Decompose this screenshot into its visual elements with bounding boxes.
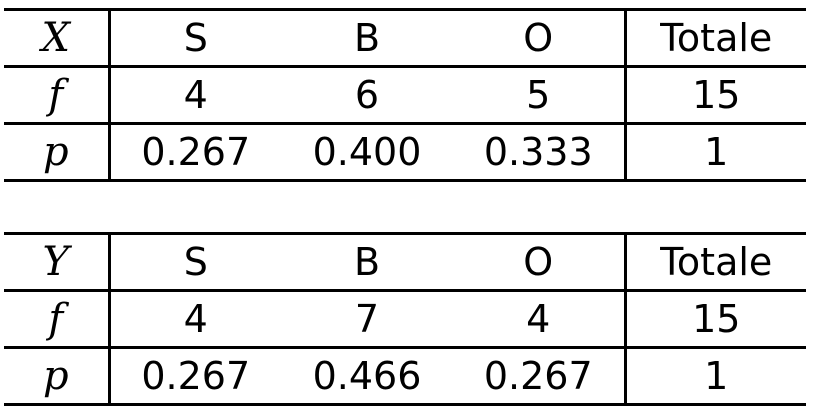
header-cell: B: [281, 8, 453, 68]
value-cell: 4: [109, 66, 281, 125]
value-cell: 4: [453, 290, 625, 349]
header-cell: O: [453, 232, 625, 292]
value-cell: 0.466: [281, 347, 453, 406]
total-cell: 15: [623, 290, 806, 349]
frequency-table-x: X S B O Totale f 4 6 5 15 p 0.267 0.400 …: [4, 8, 806, 182]
row-label: p: [4, 347, 111, 406]
header-cell: S: [109, 232, 281, 292]
value-cell: 6: [281, 66, 453, 125]
row-label: f: [4, 290, 111, 349]
total-cell: 1: [623, 347, 806, 406]
row-label: p: [4, 123, 111, 182]
value-cell: 7: [281, 290, 453, 349]
variable-name: Y: [4, 232, 111, 292]
frequency-row: f 4 6 5 15: [4, 66, 806, 125]
value-cell: 0.267: [109, 123, 281, 182]
table-header-row: Y S B O Totale: [4, 232, 806, 292]
value-cell: 0.267: [109, 347, 281, 406]
value-cell: 5: [453, 66, 625, 125]
header-cell: O: [453, 8, 625, 68]
header-total-cell: Totale: [623, 232, 806, 292]
total-cell: 15: [623, 66, 806, 125]
variable-name: X: [4, 8, 111, 68]
table-header-row: X S B O Totale: [4, 8, 806, 68]
frequency-table-y: Y S B O Totale f 4 7 4 15 p 0.267 0.466 …: [4, 232, 806, 406]
proportion-row: p 0.267 0.400 0.333 1: [4, 123, 806, 182]
value-cell: 4: [109, 290, 281, 349]
header-total-cell: Totale: [623, 8, 806, 68]
frequency-row: f 4 7 4 15: [4, 290, 806, 349]
header-cell: B: [281, 232, 453, 292]
row-label: f: [4, 66, 111, 125]
value-cell: 0.333: [453, 123, 625, 182]
value-cell: 0.267: [453, 347, 625, 406]
header-cell: S: [109, 8, 281, 68]
total-cell: 1: [623, 123, 806, 182]
value-cell: 0.400: [281, 123, 453, 182]
proportion-row: p 0.267 0.466 0.267 1: [4, 347, 806, 406]
